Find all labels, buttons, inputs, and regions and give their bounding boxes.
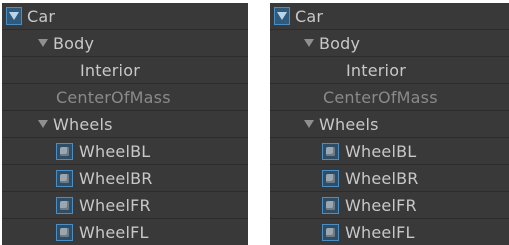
foldout-arrow-icon[interactable] [9,12,19,20]
mesh-cube-icon [56,196,73,214]
foldout-arrow-icon[interactable] [277,12,287,20]
foldout-arrow-icon[interactable] [38,120,48,128]
hierarchy-item-centerofmass[interactable]: CenterOfMass [2,84,248,111]
hierarchy-item-body[interactable]: Body [270,30,509,57]
hierarchy-panel-right: Car Body Interior CenterOfMass Wheels Wh… [270,3,509,245]
hierarchy-item-wheels[interactable]: Wheels [270,111,509,138]
hierarchy-item-label: WheelBR [79,168,153,188]
mesh-cube-icon [322,169,339,187]
hierarchy-item-car[interactable]: Car [270,3,509,30]
hierarchy-item-label: WheelFR [79,195,151,215]
foldout-arrow-icon[interactable] [38,39,48,47]
hierarchy-item-wheelfr[interactable]: WheelFR [2,192,248,219]
foldout-arrow-icon[interactable] [304,39,314,47]
hierarchy-item-label: WheelBL [345,141,417,161]
hierarchy-item-label: Interior [80,60,140,80]
hierarchy-item-label: CenterOfMass [323,87,438,107]
hierarchy-item-interior[interactable]: Interior [270,57,509,84]
hierarchy-item-wheelfr[interactable]: WheelFR [270,192,509,219]
mesh-cube-icon [322,196,339,214]
mesh-cube-icon [322,142,339,160]
hierarchy-item-label: WheelFL [79,222,149,242]
hierarchy-item-wheelbl[interactable]: WheelBL [270,138,509,165]
hierarchy-item-label: Interior [346,60,406,80]
hierarchy-item-centerofmass[interactable]: CenterOfMass [270,84,509,111]
hierarchy-item-wheelbr[interactable]: WheelBR [2,165,248,192]
hierarchy-item-car[interactable]: Car [2,3,248,30]
hierarchy-item-label: WheelBL [79,141,151,161]
hierarchy-item-body[interactable]: Body [2,30,248,57]
hierarchy-item-label: Car [295,6,324,26]
hierarchy-item-wheelbl[interactable]: WheelBL [2,138,248,165]
mesh-cube-icon [56,169,73,187]
hierarchy-item-label: WheelFR [345,195,417,215]
hierarchy-item-label: Wheels [319,114,379,134]
hierarchy-item-label: Wheels [53,114,113,134]
mesh-cube-icon [322,223,339,241]
hierarchy-item-label: CenterOfMass [56,87,171,107]
hierarchy-item-wheelfl[interactable]: WheelFL [270,219,509,245]
hierarchy-item-interior[interactable]: Interior [2,57,248,84]
hierarchy-item-wheelbr[interactable]: WheelBR [270,165,509,192]
hierarchy-item-wheelfl[interactable]: WheelFL [2,219,248,245]
hierarchy-item-label: WheelBR [345,168,419,188]
mesh-cube-icon [56,142,73,160]
hierarchy-item-wheels[interactable]: Wheels [2,111,248,138]
hierarchy-item-label: Body [53,33,95,53]
mesh-cube-icon [56,223,73,241]
prefab-root-icon[interactable] [274,7,290,25]
hierarchy-item-label: WheelFL [345,222,415,242]
hierarchy-item-label: Body [319,33,361,53]
hierarchy-item-label: Car [27,6,56,26]
hierarchy-panel-left: Car Body Interior CenterOfMass Wheels Wh… [2,3,248,245]
prefab-root-icon[interactable] [6,7,22,25]
foldout-arrow-icon[interactable] [304,120,314,128]
